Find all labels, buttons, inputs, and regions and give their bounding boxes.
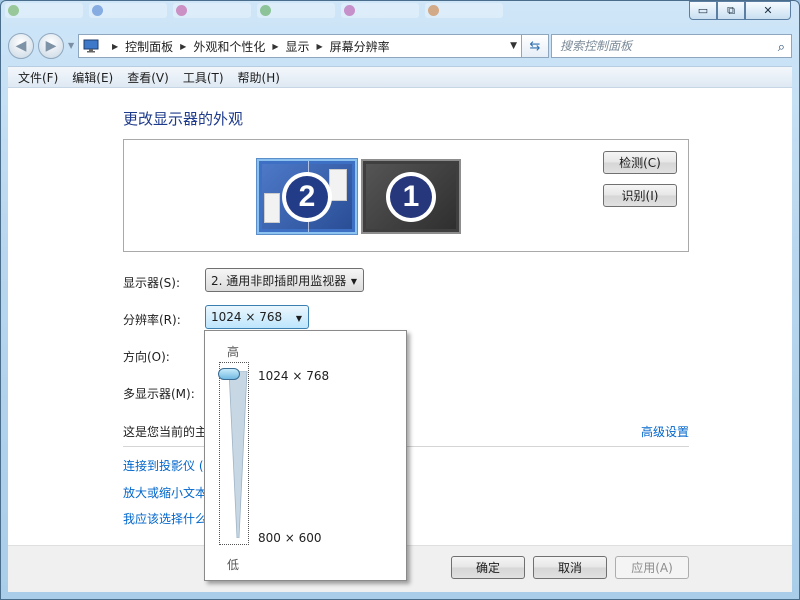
forward-button[interactable]: ▶ [38,33,64,59]
arrow-left-icon: ◀ [15,38,27,54]
display-label: 显示器(S): [123,276,181,290]
refresh-icon: ⇆ [529,38,541,54]
breadcrumb-separator-icon: ▶ [272,41,279,51]
search-icon[interactable]: ⌕ [778,37,785,59]
chevron-down-icon: ▼ [295,314,302,323]
menu-tools[interactable]: 工具(T) [183,69,224,86]
breadcrumb-control-panel[interactable]: 控制面板 [125,38,173,55]
background-taskbar-strip [1,1,691,21]
address-bar[interactable]: ▶ 控制面板 ▶ 外观和个性化 ▶ 显示 ▶ 屏幕分辨率 ▼ [78,34,524,58]
refresh-button[interactable]: ⇆ [521,34,549,58]
breadcrumb-appearance[interactable]: 外观和个性化 [193,38,265,55]
monitor-2-tile[interactable]: 2 [257,159,357,234]
advanced-settings-link[interactable]: 高级设置 [641,423,689,440]
multi-display-label: 多显示器(M): [123,387,195,401]
breadcrumb-separator-icon: ▶ [112,41,119,51]
slider-low-label: 低 [227,558,240,572]
maximize-button[interactable]: ⧉ [717,1,745,20]
monitor-2-badge: 2 [282,171,332,222]
slider-wedge [228,371,248,538]
search-placeholder: 搜索控制面板 [560,39,633,53]
arrow-right-icon: ▶ [45,38,57,54]
ok-button[interactable]: 确定 [451,556,525,579]
resolution-option-high[interactable]: 1024 × 768 [258,369,329,383]
resolution-select[interactable]: 1024 × 768 ▼ [205,305,309,329]
primary-display-text: 这是您当前的主 [123,425,208,439]
which-settings-link[interactable]: 我应该选择什么 [123,510,207,527]
monitor-arrangement-panel: 2 1 检测(C) 识别(I) [123,139,689,252]
menu-bar: 文件(F) 编辑(E) 查看(V) 工具(T) 帮助(H) [8,66,792,88]
search-input[interactable]: 搜索控制面板 ⌕ [551,34,792,58]
identify-button[interactable]: 识别(I) [603,184,677,207]
control-panel-icon [83,39,99,53]
resolution-option-low[interactable]: 800 × 600 [258,531,322,545]
resolution-dropdown-popup: 高 1024 × 768 800 × 600 低 [204,330,407,581]
menu-view[interactable]: 查看(V) [127,69,169,86]
close-button[interactable]: ✕ [745,1,791,20]
connect-projector-link[interactable]: 连接到投影仪 ( [123,457,204,474]
breadcrumb-display[interactable]: 显示 [286,38,310,55]
monitor-1-tile[interactable]: 1 [361,159,461,234]
caption-buttons: ▭ ⧉ ✕ [689,1,791,20]
address-dropdown-icon[interactable]: ▼ [510,41,517,51]
page-title: 更改显示器的外观 [123,110,244,128]
resolution-slider-track[interactable] [219,362,249,545]
menu-edit[interactable]: 编辑(E) [72,69,113,86]
detect-button[interactable]: 检测(C) [603,151,677,174]
minimize-button[interactable]: ▭ [689,1,717,20]
menu-file[interactable]: 文件(F) [18,69,58,86]
chevron-down-icon: ▼ [350,277,357,286]
breadcrumb-separator-icon: ▶ [316,41,323,51]
slider-high-label: 高 [227,345,240,359]
monitor-1-badge: 1 [386,171,436,222]
recent-pages-dropdown[interactable]: ▼ [68,41,74,50]
apply-button[interactable]: 应用(A) [615,556,689,579]
breadcrumb-screen-resolution[interactable]: 屏幕分辨率 [330,38,390,55]
resolution-slider-thumb[interactable] [218,368,240,380]
resolution-label: 分辨率(R): [123,313,181,327]
orientation-label: 方向(O): [123,350,170,364]
back-button[interactable]: ◀ [8,33,34,59]
breadcrumb-separator-icon: ▶ [180,41,187,51]
cancel-button[interactable]: 取消 [533,556,607,579]
menu-help[interactable]: 帮助(H) [238,69,280,86]
display-select[interactable]: 2. 通用非即插即用监视器 ▼ [205,268,364,292]
navigation-bar: ◀ ▶ ▼ ▶ 控制面板 ▶ 外观和个性化 ▶ 显示 ▶ 屏幕分辨率 ▼ ⇆ 搜… [8,33,792,59]
text-size-link[interactable]: 放大或缩小文本 [123,484,207,501]
